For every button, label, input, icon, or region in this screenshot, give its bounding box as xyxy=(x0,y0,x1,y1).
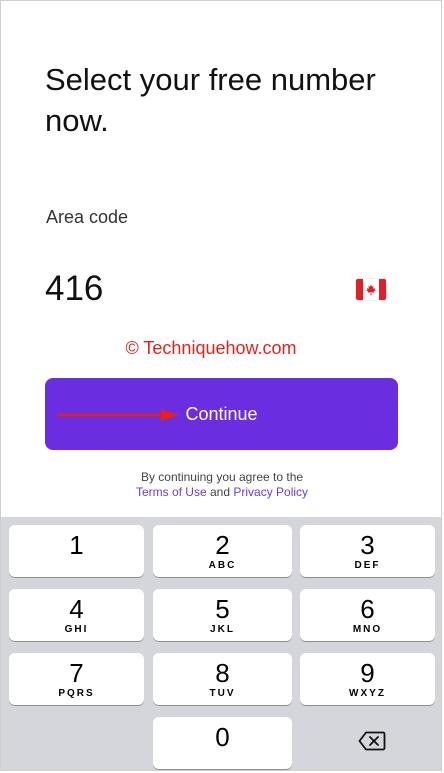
page-title: Select your free number now. xyxy=(45,62,376,138)
terms-of-use-link[interactable]: Terms of Use xyxy=(136,485,207,499)
legal-and: and xyxy=(209,485,231,499)
phone-screen: Select your free number now. Area code 4… xyxy=(0,0,442,771)
key-3[interactable]: 3 DEF xyxy=(300,525,435,577)
legal-notice: By continuing you agree to the Terms of … xyxy=(1,470,441,500)
key-7[interactable]: 7 PQRS xyxy=(9,653,144,705)
legal-prefix: By continuing you agree to the xyxy=(140,470,304,484)
key-letters: JKL xyxy=(210,623,235,635)
numeric-keypad: 1 2 ABC 3 DEF 4 GHI 5 JKL 6 MNO 7 PQRS 8 xyxy=(1,517,441,770)
key-digit: 5 xyxy=(215,593,230,624)
key-digit: 1 xyxy=(69,529,84,560)
key-8[interactable]: 8 TUV xyxy=(153,653,292,705)
key-letters: ABC xyxy=(208,559,237,571)
key-digit: 6 xyxy=(360,593,375,624)
key-9[interactable]: 9 WXYZ xyxy=(300,653,435,705)
key-digit: 0 xyxy=(215,721,230,752)
key-2[interactable]: 2 ABC xyxy=(153,525,292,577)
key-digit: 3 xyxy=(360,529,375,560)
key-digit: 9 xyxy=(360,657,375,688)
key-5[interactable]: 5 JKL xyxy=(153,589,292,641)
canada-flag-icon[interactable] xyxy=(356,279,386,300)
watermark-text: © Techniquehow.com xyxy=(125,338,297,358)
key-letters: MNO xyxy=(352,623,383,635)
maple-leaf-icon xyxy=(366,284,376,295)
key-6[interactable]: 6 MNO xyxy=(300,589,435,641)
area-code-input[interactable]: 416 xyxy=(45,269,103,309)
key-digit: 2 xyxy=(215,529,230,560)
key-digit: 8 xyxy=(215,657,230,688)
key-digit: 7 xyxy=(69,657,84,688)
key-letters: PQRS xyxy=(58,687,95,699)
red-arrow-annotation-icon xyxy=(57,409,179,421)
key-0[interactable]: 0 xyxy=(153,717,292,769)
key-letters: WXYZ xyxy=(349,687,386,699)
key-4[interactable]: 4 GHI xyxy=(9,589,144,641)
backspace-icon xyxy=(358,731,386,751)
area-code-label: Area code xyxy=(46,207,129,227)
delete-key[interactable] xyxy=(301,715,441,767)
key-1[interactable]: 1 xyxy=(9,525,144,577)
key-letters: GHI xyxy=(64,623,89,635)
privacy-policy-link[interactable]: Privacy Policy xyxy=(233,485,308,499)
key-letters: TUV xyxy=(209,687,236,699)
continue-button-label: Continue xyxy=(185,403,258,424)
key-letters: DEF xyxy=(354,559,381,571)
key-digit: 4 xyxy=(69,593,84,624)
